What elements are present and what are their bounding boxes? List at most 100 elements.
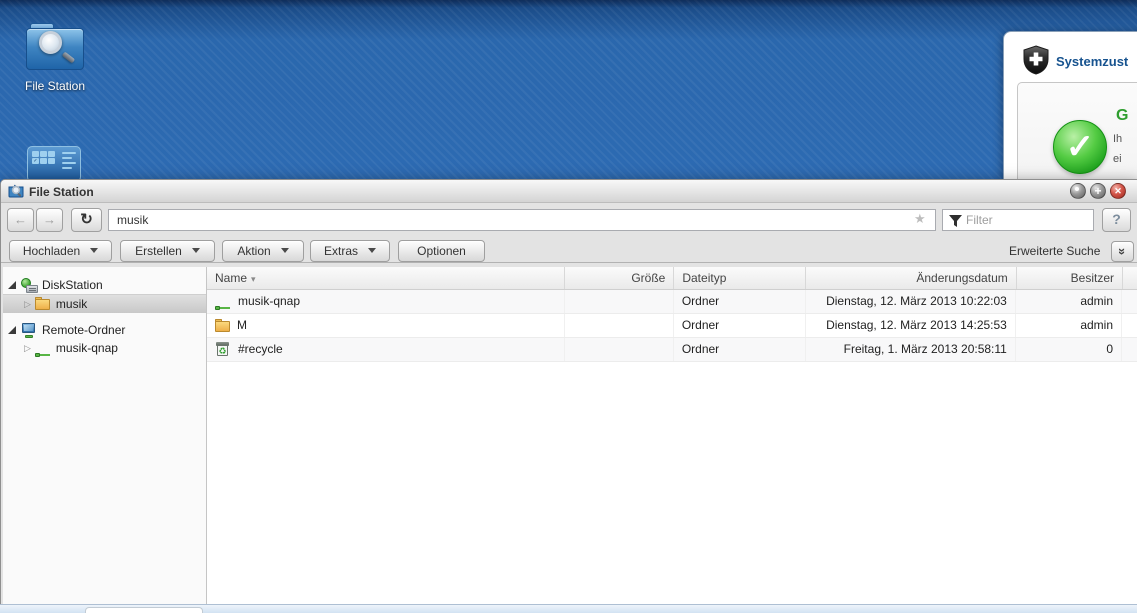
sidebar-item-musik[interactable]: ▷ musik bbox=[3, 294, 206, 313]
sidebar-item-musik-qnap[interactable]: ▷ musik-qnap bbox=[3, 339, 206, 357]
recycle-glyph-icon: ♻ bbox=[218, 346, 227, 356]
forward-arrow-icon: → bbox=[43, 212, 56, 227]
modified-cell: Dienstag, 12. März 2013 10:22:03 bbox=[806, 290, 1016, 313]
button-label: Erstellen bbox=[135, 244, 182, 258]
file-name: M bbox=[237, 318, 247, 332]
button-label: Aktion bbox=[237, 244, 271, 258]
modified-cell: Freitag, 1. März 2013 20:58:11 bbox=[806, 338, 1016, 361]
app-menu-icon: ✓ bbox=[27, 146, 81, 182]
back-button[interactable]: ← bbox=[7, 208, 34, 232]
folder-body bbox=[34, 298, 50, 310]
monitor-screen bbox=[22, 322, 35, 333]
button-label: Extras bbox=[323, 244, 358, 258]
window-title: File Station bbox=[29, 185, 94, 199]
type-cell: Ordner bbox=[674, 314, 806, 337]
advanced-search-toggle-button[interactable]: » bbox=[1111, 241, 1134, 262]
shared-folder-icon bbox=[215, 294, 232, 310]
sidebar-item-diskstation[interactable]: DiskStation bbox=[3, 276, 206, 294]
desktop-icon-label: File Station bbox=[24, 79, 86, 93]
tree-expanded-arrow-icon[interactable] bbox=[8, 281, 16, 289]
file-name: musik-qnap bbox=[238, 294, 301, 308]
button-label: Optionen bbox=[417, 244, 466, 258]
window-titlebar[interactable]: File Station + ✕ bbox=[1, 180, 1137, 203]
health-widget-header: Systemzust bbox=[1004, 32, 1137, 80]
desktop: File Station ✓ Systemzust ✓ G Ih ei File… bbox=[0, 0, 1137, 613]
name-cell: ♻ #recycle bbox=[207, 338, 565, 361]
type-cell: Ordner bbox=[674, 338, 806, 361]
line bbox=[62, 167, 72, 169]
name-cell: M bbox=[207, 314, 565, 337]
monitor-base bbox=[25, 334, 33, 338]
options-button[interactable]: Optionen bbox=[398, 240, 485, 262]
line bbox=[62, 162, 76, 164]
favorite-star-icon[interactable]: ★ bbox=[914, 212, 926, 225]
sort-desc-icon: ▾ bbox=[251, 274, 256, 284]
desktop-icon-file-station[interactable]: File Station bbox=[16, 23, 94, 93]
tree-collapsed-arrow-icon[interactable]: ▷ bbox=[24, 299, 31, 309]
table-row-m[interactable]: M Ordner Dienstag, 12. März 2013 14:25:5… bbox=[207, 314, 1137, 338]
taskbar[interactable] bbox=[0, 604, 1137, 613]
help-button[interactable]: ? bbox=[1102, 208, 1131, 232]
network-dot bbox=[34, 352, 40, 357]
network-dot bbox=[215, 306, 220, 310]
create-dropdown-button[interactable]: Erstellen bbox=[120, 240, 215, 262]
column-header-dateityp[interactable]: Dateityp bbox=[674, 267, 807, 289]
file-station-window-icon bbox=[8, 184, 24, 198]
extras-dropdown-button[interactable]: Extras bbox=[310, 240, 390, 262]
magnifier-lens-icon bbox=[39, 31, 62, 54]
nas-icon bbox=[21, 277, 38, 293]
tree-item-label: musik bbox=[55, 297, 88, 311]
health-detail-line: ei bbox=[1113, 153, 1122, 165]
refresh-icon: ↻ bbox=[80, 211, 93, 228]
address-input[interactable] bbox=[108, 209, 936, 231]
taskbar-item[interactable] bbox=[85, 607, 203, 613]
folder-icon bbox=[215, 318, 231, 333]
minimize-dot bbox=[1075, 187, 1079, 191]
filter-input[interactable] bbox=[966, 211, 1090, 229]
owner-cell: admin bbox=[1016, 290, 1122, 313]
tree-collapsed-arrow-icon[interactable]: ▷ bbox=[24, 343, 31, 353]
green-check-status-icon: ✓ bbox=[1053, 120, 1107, 174]
navigation-row: ← → ↻ ★ ? bbox=[1, 204, 1137, 237]
line bbox=[62, 157, 72, 159]
grid-square bbox=[48, 158, 55, 164]
shared-folder-icon bbox=[34, 341, 52, 357]
maximize-button[interactable]: + bbox=[1090, 183, 1106, 199]
dropdown-caret-icon bbox=[90, 248, 99, 257]
table-row-recycle[interactable]: ♻ #recycle Ordner Freitag, 1. März 2013 … bbox=[207, 338, 1137, 362]
file-name: #recycle bbox=[238, 342, 283, 356]
column-label: Besitzer bbox=[1070, 271, 1114, 285]
upload-dropdown-button[interactable]: Hochladen bbox=[9, 240, 112, 262]
folder-tree-sidebar: DiskStation ▷ musik Remote-Ordner ▷ musi… bbox=[3, 267, 207, 613]
tree-item-label: DiskStation bbox=[42, 278, 103, 292]
column-header-groesse[interactable]: Größe bbox=[565, 267, 675, 289]
column-label: Name bbox=[215, 271, 248, 285]
table-row-musik-qnap[interactable]: musik-qnap Ordner Dienstag, 12. März 201… bbox=[207, 290, 1137, 314]
column-header-name[interactable]: Name ▾ bbox=[207, 267, 566, 289]
sliver-cell bbox=[1122, 314, 1137, 337]
bin-body: ♻ bbox=[217, 345, 228, 356]
advanced-search-label: Erweiterte Suche bbox=[1009, 244, 1101, 258]
table-header: Name ▾ Größe Dateityp Änderungsdatum Besi… bbox=[207, 267, 1137, 290]
owner-cell: admin bbox=[1016, 314, 1122, 337]
sliver-cell bbox=[1122, 290, 1137, 313]
health-widget-title: Systemzust bbox=[1056, 54, 1129, 69]
dropdown-caret-icon bbox=[280, 248, 289, 257]
forward-button[interactable]: → bbox=[36, 208, 63, 232]
funnel-filter-icon bbox=[949, 215, 962, 227]
sidebar-item-remote-ordner[interactable]: Remote-Ordner bbox=[3, 321, 206, 339]
remote-computer-icon bbox=[21, 322, 38, 338]
refresh-button[interactable]: ↻ bbox=[71, 208, 102, 232]
recycle-bin-icon: ♻ bbox=[215, 342, 232, 357]
minimize-button[interactable] bbox=[1070, 183, 1086, 199]
tree-expanded-arrow-icon[interactable] bbox=[8, 326, 16, 334]
line bbox=[62, 152, 76, 154]
action-dropdown-button[interactable]: Aktion bbox=[222, 240, 304, 262]
size-cell bbox=[565, 290, 674, 313]
grid-square bbox=[48, 151, 55, 157]
icon-lines bbox=[62, 151, 76, 177]
question-mark-icon: ? bbox=[1112, 211, 1121, 227]
column-header-aenderungsdatum[interactable]: Änderungsdatum bbox=[806, 267, 1017, 289]
close-button[interactable]: ✕ bbox=[1110, 183, 1126, 199]
column-header-besitzer[interactable]: Besitzer bbox=[1017, 267, 1123, 289]
